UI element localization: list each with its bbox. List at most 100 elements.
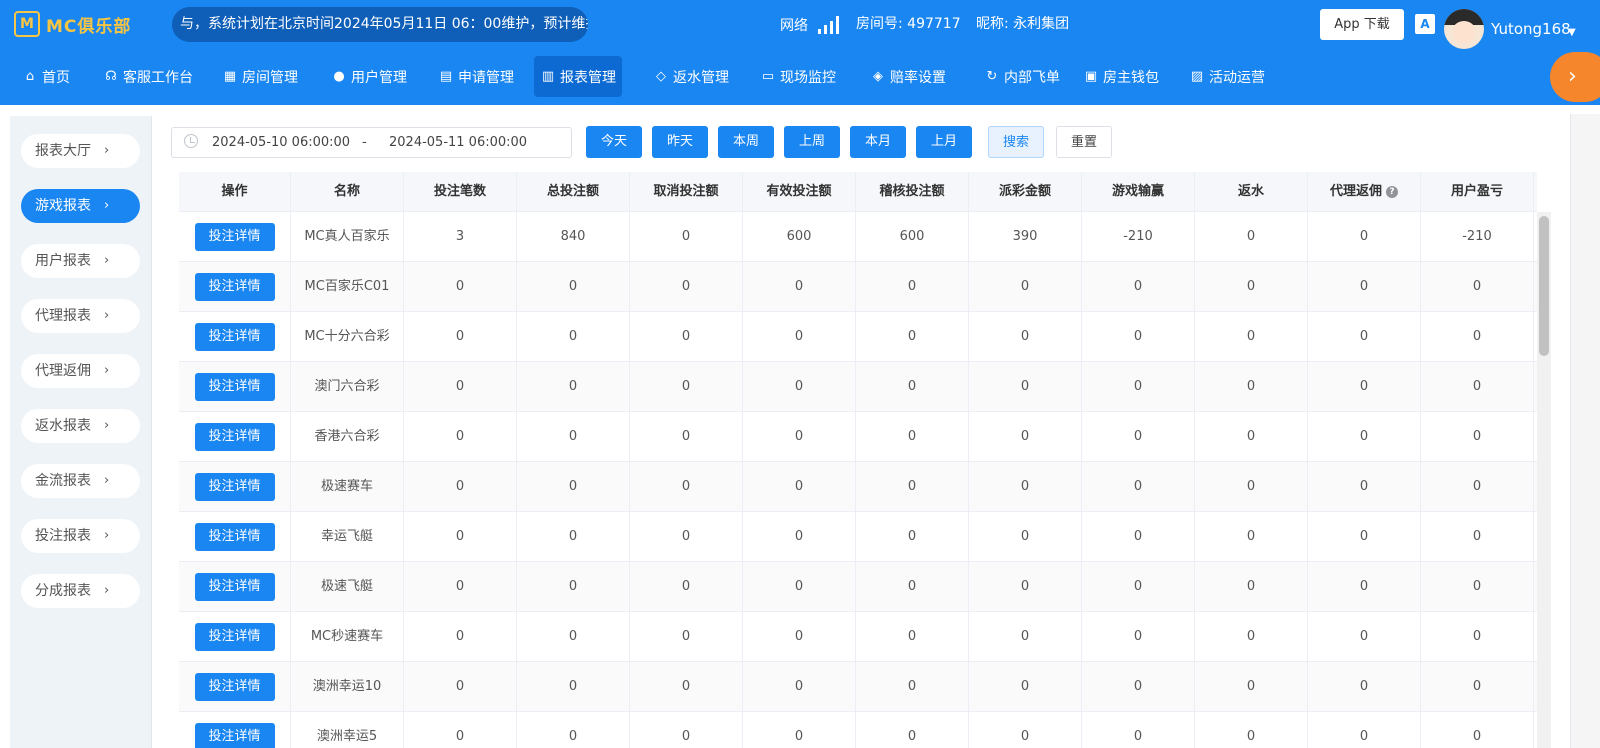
translate-icon[interactable]: A [1415,14,1435,34]
table-header: 操作 名称 投注笔数 总投注额 取消投注额 有效投注额 稽核投注额 派彩金额 游戏输赢 返水 代理返… [179,172,1537,212]
value-cell: 0 [1421,262,1534,312]
table-row: 投注详情 MC十分六合彩 0 0 0 0 0 0 0 0 0 0 [179,312,1537,362]
nav-item-3[interactable]: ● 用户管理 [325,56,413,97]
value-cell: 0 [517,312,630,362]
nav-item-5[interactable]: ▥ 报表管理 [534,56,622,97]
action-cell: 投注详情 [179,562,291,612]
game-name-cell: 澳门六合彩 [291,362,404,412]
column-header[interactable]: 取消投注额 [630,172,743,212]
shield-icon: ◈ [873,69,883,84]
value-cell: 0 [404,512,517,562]
sidebar-item-label: 代理返佣 [35,363,91,379]
sidebar-item-7[interactable]: 投注报表 › [21,519,140,553]
bet-details-button[interactable]: 投注详情 [194,473,275,501]
nav-item-11[interactable]: ▨ 活动运营 [1183,56,1271,97]
column-header[interactable]: 投注笔数 [404,172,517,212]
chevron-down-icon[interactable]: ▼ [1568,27,1576,38]
column-header[interactable]: 游戏输赢 [1082,172,1195,212]
wallet-icon: ▣ [1084,69,1098,84]
value-cell: 0 [404,662,517,712]
nav-item-6[interactable]: ◇ 返水管理 [647,56,735,97]
column-header[interactable]: 派彩金额 [969,172,1082,212]
bet-details-button[interactable]: 投注详情 [194,273,275,301]
nav-item-10[interactable]: ▣ 房主钱包 [1077,56,1165,97]
grid-icon: ▦ [223,69,237,84]
column-header[interactable]: 总投注额 [517,172,630,212]
column-header[interactable]: 名称 [291,172,404,212]
bet-details-button[interactable]: 投注详情 [194,573,275,601]
nav-item-label: 活动运营 [1209,69,1265,86]
table-row: 投注详情 澳洲幸运10 0 0 0 0 0 0 0 0 0 0 [179,662,1537,712]
game-name-cell: MC十分六合彩 [291,312,404,362]
value-cell: 0 [404,262,517,312]
value-cell: 0 [1421,462,1534,512]
sidebar-item-1[interactable]: 游戏报表 › [21,189,140,223]
nav-item-2[interactable]: ▦ 房间管理 [216,56,304,97]
bet-details-button[interactable]: 投注详情 [194,723,275,748]
nav-item-8[interactable]: ◈ 赔率设置 [864,56,952,97]
sidebar-item-6[interactable]: 金流报表 › [21,464,140,498]
value-cell: 0 [1082,412,1195,462]
chevron-right-icon: › [104,418,110,433]
bet-details-button[interactable]: 投注详情 [194,323,275,351]
column-header[interactable]: 有效投注额 [743,172,856,212]
nav-item-label: 首页 [42,69,70,86]
table-row: 投注详情 极速赛车 0 0 0 0 0 0 0 0 0 0 [179,462,1537,512]
value-cell: 0 [856,412,969,462]
column-header-label: 操作 [221,184,248,199]
avatar[interactable] [1444,9,1484,49]
column-header[interactable]: 用户盈亏 [1421,172,1534,212]
value-cell: 0 [1308,612,1421,662]
sidebar-item-3[interactable]: 代理报表 › [21,299,140,333]
value-cell: 0 [630,212,743,262]
help-icon[interactable]: ? [1386,185,1398,198]
column-header[interactable]: 返水 [1195,172,1308,212]
tag-icon: ◇ [656,69,666,84]
bet-details-button[interactable]: 投注详情 [194,673,275,701]
chevron-right-icon: › [104,473,110,488]
report-sidebar: 报表大厅 › 游戏报表 › 用户报表 › 代理报表 › 代理返佣 › 返水报表 › 金流报表 › 投注报表 ›… [10,116,152,748]
bet-details-button[interactable]: 投注详情 [194,223,275,251]
sidebar-item-5[interactable]: 返水报表 › [21,409,140,443]
chevron-right-icon[interactable]: › [1550,52,1600,102]
game-name-cell: 香港六合彩 [291,412,404,462]
column-header[interactable]: 稽核投注额 [856,172,969,212]
nav-item-1[interactable]: ☊ 客服工作台 [97,56,199,97]
scrollbar-thumb[interactable] [1539,216,1549,356]
nav-item-0[interactable]: ⌂ 首页 [16,56,76,97]
nav-item-label: 申请管理 [458,69,514,86]
value-cell: 0 [1308,662,1421,712]
nav-item-9[interactable]: ↻ 内部飞单 [978,56,1066,97]
bet-details-button[interactable]: 投注详情 [194,373,275,401]
table-scrollbar[interactable] [1537,212,1551,748]
value-cell: 0 [517,612,630,662]
column-header[interactable]: 操作 [179,172,291,212]
sidebar-item-0[interactable]: 报表大厅 › [21,134,140,168]
sidebar-item-8[interactable]: 分成报表 › [21,574,140,608]
action-cell: 投注详情 [179,212,291,262]
app-download-button[interactable]: App 下载 [1320,9,1404,40]
bet-details-button[interactable]: 投注详情 [194,623,275,651]
column-header[interactable]: 代理返佣? [1308,172,1421,212]
bet-details-button[interactable]: 投注详情 [194,423,275,451]
bet-details-button[interactable]: 投注详情 [194,523,275,551]
value-cell: 0 [1195,212,1308,262]
value-cell: 0 [1195,312,1308,362]
chevron-right-icon: › [104,308,110,323]
value-cell: 0 [969,712,1082,748]
value-cell: 0 [517,412,630,462]
value-cell: 0 [743,362,856,412]
value-cell: 390 [969,212,1082,262]
value-cell: 0 [630,412,743,462]
value-cell: 0 [1195,512,1308,562]
column-header-label: 名称 [333,184,360,199]
sidebar-item-label: 返水报表 [35,418,91,434]
sidebar-item-label: 报表大厅 [35,143,91,159]
sidebar-item-2[interactable]: 用户报表 › [21,244,140,278]
nav-item-4[interactable]: ▤ 申请管理 [432,56,520,97]
value-cell: 0 [856,512,969,562]
action-cell: 投注详情 [179,662,291,712]
sidebar-item-4[interactable]: 代理返佣 › [21,354,140,388]
logo[interactable]: M MC俱乐部 [14,10,131,38]
nav-item-7[interactable]: ▭ 现场监控 [754,56,842,97]
